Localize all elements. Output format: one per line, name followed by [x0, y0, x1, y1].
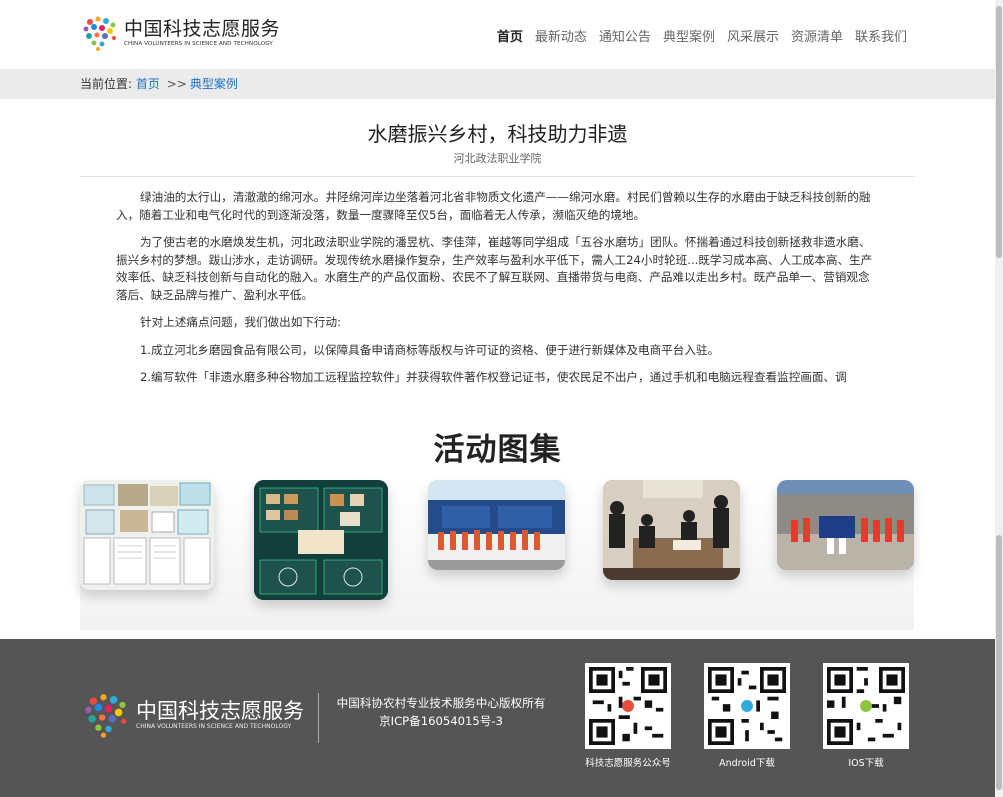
nav-typical-cases[interactable]: 典型案例	[663, 26, 715, 45]
qr-label-ios: IOS下载	[848, 758, 884, 769]
article-paragraph: 针对上述痛点问题，我们做出如下行动:	[140, 315, 342, 329]
qr-pattern	[827, 667, 905, 745]
certificates-image	[80, 480, 214, 590]
qr-android[interactable]: Android下载	[704, 663, 790, 769]
footer-icp[interactable]: 京ICP备16054015号-3	[326, 712, 556, 730]
qr-ios[interactable]: IOS下载	[823, 663, 909, 769]
article-paragraph: 为了使古老的水磨焕发生机，河北政法职业学院的潘昱杭、李佳萍，崔越等同学组成「五谷…	[116, 235, 873, 302]
site-header: 中国科技志愿服务 CHINA VOLUNTEERS IN SCIENCE AND…	[0, 0, 995, 69]
photo-gallery	[80, 480, 914, 630]
gallery-photo-certificates[interactable]	[80, 480, 214, 590]
footer-divider	[318, 693, 319, 743]
site-logo[interactable]: 中国科技志愿服务 CHINA VOLUNTEERS IN SCIENCE AND…	[80, 14, 280, 52]
breadcrumb-home-link[interactable]: 首页	[136, 77, 160, 91]
article-body: 绿油油的太行山，清澈澈的绵河水。井陉绵河岸边坐落着河北省非物质文化遗产——绵河水…	[116, 189, 878, 401]
breadcrumb-current-link[interactable]: 典型案例	[190, 77, 238, 91]
breadcrumb-separator: >>	[166, 77, 187, 91]
qr-code-icon	[704, 663, 790, 749]
article-paragraph: 绿油油的太行山，清澈澈的绵河水。井陉绵河岸边坐落着河北省非物质文化遗产——绵河水…	[116, 190, 871, 222]
article-paragraph: 1.成立河北乡磨园食品有限公司，以保障具备申请商标等版权与许可证的资格、便于进行…	[140, 342, 720, 357]
page-scrollbar[interactable]	[995, 0, 1003, 797]
scrollbar-thumb-lower[interactable]	[996, 535, 1002, 790]
volunteer-logo-icon	[83, 16, 116, 51]
footer-copyright: 中国科协农村专业技术服务中心版权所有	[336, 696, 546, 710]
qr-label-android: Android下载	[719, 758, 775, 769]
breadcrumb-label: 当前位置:	[80, 77, 133, 91]
nav-showcase[interactable]: 风采展示	[727, 26, 779, 45]
product-poster-image	[254, 480, 388, 600]
gallery-photo-banner-group[interactable]	[428, 480, 565, 570]
page: 中国科技志愿服务 CHINA VOLUNTEERS IN SCIENCE AND…	[0, 0, 1003, 797]
article-paragraph: 2.编写软件「非遗水磨多种谷物加工远程监控软件」并获得软件著作权登记证书，使农民…	[140, 370, 847, 384]
qr-code-icon	[585, 663, 671, 749]
qr-pattern	[708, 667, 786, 745]
nav-contact[interactable]: 联系我们	[855, 26, 907, 45]
footer-volunteer-logo-icon	[85, 694, 127, 738]
article-title: 水磨振兴乡村，科技助力非遗	[367, 122, 628, 146]
qr-wechat[interactable]: 科技志愿服务公众号	[585, 663, 671, 769]
team-meeting-image	[603, 480, 740, 580]
nav-resources[interactable]: 资源清单	[791, 26, 843, 45]
nav-home[interactable]: 首页	[497, 26, 523, 45]
logo-subtitle: CHINA VOLUNTEERS IN SCIENCE AND TECHNOLO…	[124, 41, 273, 47]
gallery-photo-outdoor-group[interactable]	[777, 480, 914, 570]
nav-notices[interactable]: 通知公告	[599, 26, 651, 45]
gallery-title: 活动图集	[433, 432, 562, 468]
main-nav: 首页 最新动态 通知公告 典型案例 风采展示 资源清单 联系我们	[497, 26, 907, 45]
footer-logo-title: 中国科技志愿服务	[136, 699, 304, 723]
banner-group-image	[428, 480, 565, 570]
gallery-photo-team-meeting[interactable]	[603, 480, 740, 580]
site-footer: 中国科技志愿服务 CHINA VOLUNTEERS IN SCIENCE AND…	[0, 639, 995, 797]
scrollbar-thumb[interactable]	[996, 6, 1002, 258]
article-author: 河北政法职业学院	[453, 152, 542, 165]
qr-pattern	[589, 667, 667, 745]
qr-code-icon	[823, 663, 909, 749]
footer-logo-subtitle: CHINA VOLUNTEERS IN SCIENCE AND TECHNOLO…	[136, 723, 292, 730]
nav-latest-news[interactable]: 最新动态	[535, 26, 587, 45]
breadcrumb: 当前位置: 首页 >> 典型案例	[0, 69, 995, 99]
logo-title: 中国科技志愿服务	[124, 18, 281, 40]
outdoor-group-image	[777, 480, 914, 570]
gallery-photo-product-poster[interactable]	[254, 480, 388, 600]
footer-logo[interactable]: 中国科技志愿服务 CHINA VOLUNTEERS IN SCIENCE AND…	[80, 691, 304, 739]
footer-copyright-block: 中国科协农村专业技术服务中心版权所有 京ICP备16054015号-3	[326, 694, 556, 730]
title-divider	[80, 176, 915, 177]
qr-label-wechat: 科技志愿服务公众号	[585, 758, 671, 769]
